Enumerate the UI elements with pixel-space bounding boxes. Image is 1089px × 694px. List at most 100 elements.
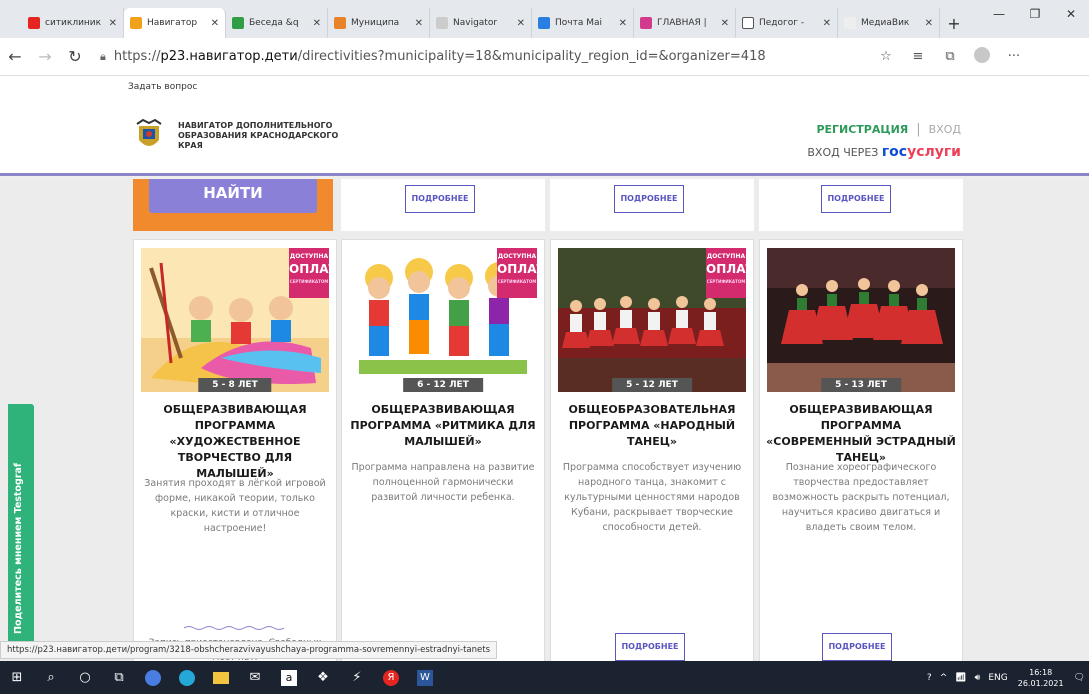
word-icon[interactable]: W (408, 661, 442, 694)
tab-pedagog[interactable]: Педогог - ✕ (736, 8, 838, 38)
dropbox-icon[interactable]: ❖ (306, 661, 340, 694)
more-button[interactable]: ПОДРОБНЕЕ (405, 185, 475, 213)
age-badge: 6 - 12 ЛЕТ (403, 378, 483, 392)
clock[interactable]: 16:18 26.01.2021 (1018, 667, 1064, 689)
program-description: Занятия проходят в лёгкой игровой форме,… (144, 478, 326, 534)
tab-favicon (232, 17, 244, 29)
language-indicator[interactable]: ENG (988, 673, 1007, 683)
feedback-widget-tab[interactable]: Поделитесь мнением Testograf (8, 404, 34, 644)
more-button[interactable]: ПОДРОБНЕЕ (614, 185, 684, 213)
program-title[interactable]: ОБЩЕРАЗВИВАЮЩАЯ ПРОГРАММА «РИТМИКА ДЛЯ М… (348, 402, 538, 450)
browser-tab-strip: ситиклиник ✕ Навигатор ✕ Беседа &q ✕ Муници… (0, 0, 1089, 38)
tab-favicon (130, 17, 142, 29)
more-button[interactable]: ПОДРОБНЕЕ (615, 633, 685, 661)
close-icon[interactable]: ✕ (517, 18, 525, 29)
program-title[interactable]: ОБЩЕРАЗВИВАЮЩАЯ ПРОГРАММА «СОВРЕМЕННЫЙ Э… (766, 402, 956, 466)
card-previous-row: ПОДРОБНЕЕ (759, 179, 963, 231)
brand-title[interactable]: НАВИГАТОР ДОПОЛНИТЕЛЬНОГО ОБРАЗОВАНИЯ КР… (178, 121, 358, 151)
favorites-star-icon[interactable]: ☆ (870, 49, 902, 64)
program-card[interactable]: 5 - 13 ЛЕТ ОБЩЕРАЗВИВАЮЩАЯ ПРОГРАММА «СО… (759, 239, 963, 661)
tab-mail[interactable]: Почта Mai ✕ (532, 8, 634, 38)
program-image: ДОСТУПНАОПЛАТАСЕРТИФИКАТОМ 6 - 12 ЛЕТ (349, 248, 537, 392)
divider: | (916, 122, 921, 137)
program-description: Познание хореографического творчества пр… (772, 462, 950, 533)
program-card[interactable]: ДОСТУПНАОПЛАТАСЕРТИФИКАТОМ 5 - 8 ЛЕТ ОБЩ… (133, 239, 337, 661)
notifications-icon[interactable]: 🗨︎ (1074, 673, 1085, 683)
forward-button[interactable]: → (30, 47, 60, 66)
close-icon[interactable]: ✕ (109, 18, 117, 29)
chevron-up-icon[interactable]: ^ (940, 673, 948, 683)
more-button[interactable]: ПОДРОБНЕЕ (821, 185, 891, 213)
chrome-icon[interactable] (136, 661, 170, 694)
program-title[interactable]: ОБЩЕРАЗВИВАЮЩАЯ ПРОГРАММА «ХУДОЖЕСТВЕННО… (140, 402, 330, 482)
lock-icon: 🔒︎ (100, 49, 106, 63)
close-icon[interactable]: ✕ (823, 18, 831, 29)
link-status-bar: https://p23.навигатор.дети/program/3218-… (0, 641, 497, 659)
profile-avatar[interactable] (966, 46, 998, 67)
reload-button[interactable]: ↻ (60, 47, 90, 66)
volume-icon[interactable]: 🔊︎ (975, 673, 981, 683)
search-panel: НАЙТИ (133, 179, 333, 231)
address-bar-row: ← → ↻ 🔒︎ https://p23.навигатор.дети/dire… (0, 38, 1089, 76)
tab-mediawiki[interactable]: МедиаВик ✕ (838, 8, 940, 38)
wavy-divider (184, 626, 284, 630)
cortana-icon[interactable]: ○ (68, 661, 102, 694)
close-icon[interactable]: ✕ (415, 18, 423, 29)
tab-municipal[interactable]: Муниципа ✕ (328, 8, 430, 38)
minimize-button[interactable]: — (981, 0, 1017, 28)
program-card[interactable]: ДОСТУПНАОПЛАТАСЕРТИФИКАТОМ 5 - 12 ЛЕТ ОБ… (550, 239, 754, 661)
url-input[interactable]: 🔒︎ https://p23.навигатор.дети/directivit… (100, 43, 870, 71)
gosuslugi-login-link[interactable]: ВХОД ЧЕРЕЗ госуслуги (807, 144, 961, 160)
edge-icon[interactable] (170, 661, 204, 694)
program-title[interactable]: ОБЩЕОБРАЗОВАТЕЛЬНАЯ ПРОГРАММА «НАРОДНЫЙ … (557, 402, 747, 450)
windows-start-icon[interactable]: ⊞ (0, 661, 34, 694)
tab-favicon (538, 17, 550, 29)
page-icon (742, 17, 754, 29)
login-link[interactable]: ВХОД (929, 123, 961, 136)
card-previous-row: ПОДРОБНЕЕ (550, 179, 754, 231)
ask-question-link[interactable]: Задать вопрос (0, 76, 1089, 98)
new-tab-button[interactable]: + (940, 8, 968, 38)
tab-sitiklinik[interactable]: ситиклиник ✕ (22, 8, 124, 38)
help-icon[interactable]: ? (927, 673, 932, 683)
close-icon[interactable]: ✕ (925, 18, 933, 29)
program-image: ДОСТУПНАОПЛАТАСЕРТИФИКАТОМ 5 - 8 ЛЕТ (141, 248, 329, 392)
back-button[interactable]: ← (0, 47, 30, 66)
tab-navigator-2[interactable]: Navigator ✕ (430, 8, 532, 38)
close-window-button[interactable]: ✕ (1053, 0, 1089, 28)
program-image: 5 - 13 ЛЕТ (767, 248, 955, 392)
network-icon[interactable]: 📶︎ (955, 673, 966, 683)
close-icon[interactable]: ✕ (619, 18, 627, 29)
tab-beseda[interactable]: Беседа &q ✕ (226, 8, 328, 38)
certificate-payment-badge: ДОСТУПНАОПЛАТАСЕРТИФИКАТОМ (706, 248, 746, 298)
close-icon[interactable]: ✕ (313, 18, 321, 29)
task-view-icon[interactable]: ⧉ (102, 661, 136, 694)
program-image: ДОСТУПНАОПЛАТАСЕРТИФИКАТОМ 5 - 12 ЛЕТ (558, 248, 746, 392)
site-header: НАВИГАТОР ДОПОЛНИТЕЛЬНОГО ОБРАЗОВАНИЯ КР… (0, 98, 1089, 176)
lightning-app-icon[interactable]: ⚡ (340, 661, 374, 694)
auth-links: РЕГИСТРАЦИЯ | ВХОД (816, 122, 961, 137)
maximize-button[interactable]: ❐ (1017, 0, 1053, 28)
collections-icon[interactable]: ≡ (902, 49, 934, 64)
window-controls: — ❐ ✕ (981, 0, 1089, 28)
more-menu-icon[interactable]: ··· (998, 49, 1030, 64)
krasnodar-crest-icon (136, 118, 162, 146)
program-card[interactable]: ДОСТУПНАОПЛАТАСЕРТИФИКАТОМ 6 - 12 ЛЕТ ОБ… (341, 239, 545, 661)
tab-navigator-active[interactable]: Навигатор ✕ (124, 8, 226, 38)
mail-icon[interactable]: ✉ (238, 661, 272, 694)
close-icon[interactable]: ✕ (211, 18, 219, 29)
extensions-icon[interactable]: ⧉ (934, 49, 966, 64)
tab-glavnaya[interactable]: ГЛАВНАЯ | ✕ (634, 8, 736, 38)
program-description: Программа способствует изучению народног… (562, 462, 742, 533)
yandex-icon[interactable]: Я (374, 661, 408, 694)
tab-favicon (640, 17, 652, 29)
search-icon[interactable]: ⌕ (34, 661, 68, 694)
age-badge: 5 - 8 ЛЕТ (198, 378, 272, 392)
age-badge: 5 - 12 ЛЕТ (612, 378, 692, 392)
more-button[interactable]: ПОДРОБНЕЕ (822, 633, 892, 661)
register-link[interactable]: РЕГИСТРАЦИЯ (816, 123, 908, 136)
file-explorer-icon[interactable] (204, 661, 238, 694)
close-icon[interactable]: ✕ (721, 18, 729, 29)
find-button[interactable]: НАЙТИ (149, 179, 317, 213)
amazon-icon[interactable]: a (272, 661, 306, 694)
